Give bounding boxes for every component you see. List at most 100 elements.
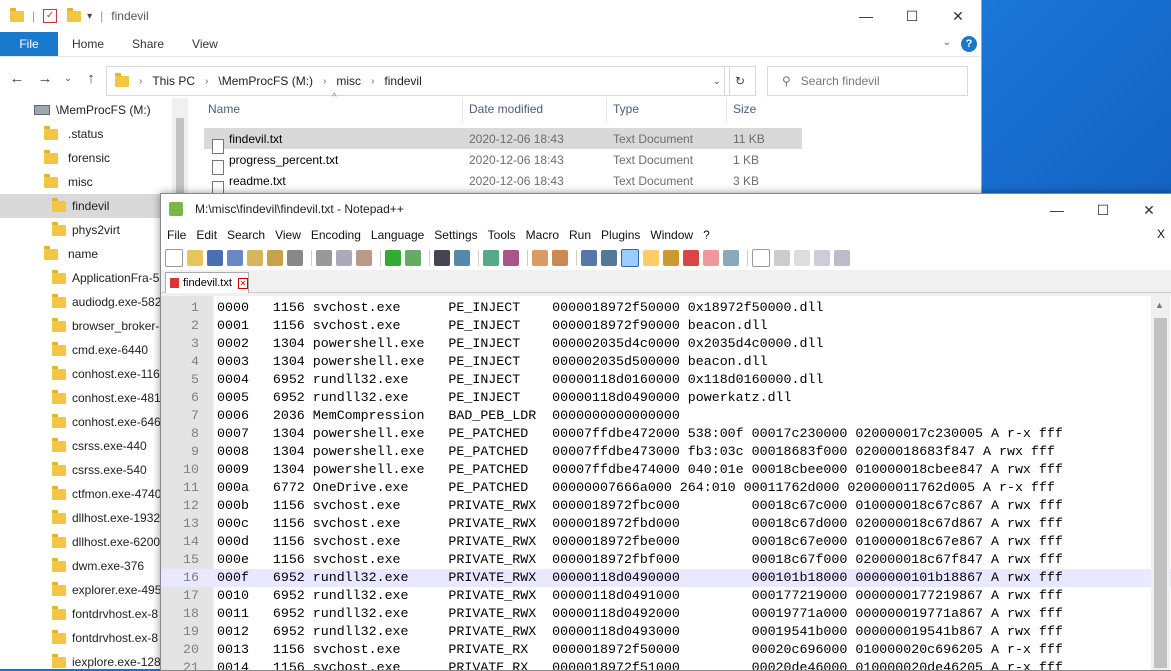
up-arrow-icon[interactable]: ↑ [80, 70, 102, 87]
close-tab-icon[interactable]: ✕ [237, 277, 248, 289]
undo-icon[interactable] [385, 250, 401, 266]
menu-encoding[interactable]: Encoding [311, 228, 361, 242]
copy-icon[interactable] [336, 250, 352, 266]
paste-icon[interactable] [356, 250, 372, 266]
editor-line[interactable]: 13 000c 1156 svchost.exe PRIVATE_RWX 0000… [161, 515, 1171, 533]
refresh-button[interactable]: ↻ [724, 66, 756, 96]
print-icon[interactable] [287, 250, 303, 266]
menu-search[interactable]: Search [227, 228, 265, 242]
save-all-icon[interactable] [227, 250, 243, 266]
npp-maximize-button[interactable]: ☐ [1080, 194, 1126, 226]
editor-line[interactable]: 20 0013 1156 svchost.exe PRIVATE_RX 00000… [161, 641, 1171, 659]
menu-help[interactable]: ? [703, 228, 710, 242]
menu-view[interactable]: View [275, 228, 301, 242]
editor-line[interactable]: 9 0008 1304 powershell.exe PE_PATCHED 000… [161, 443, 1171, 461]
editor-line[interactable]: 14 000d 1156 svchost.exe PRIVATE_RWX 0000… [161, 533, 1171, 551]
recent-locations-icon[interactable]: ⌄ [62, 73, 74, 84]
editor-line[interactable]: 12 000b 1156 svchost.exe PRIVATE_RWX 0000… [161, 497, 1171, 515]
tree-item[interactable]: forensic [0, 146, 188, 170]
document-tab[interactable]: findevil.txt ✕ [165, 272, 249, 293]
close-all-icon[interactable] [267, 250, 283, 266]
save-macro-icon[interactable] [834, 250, 850, 266]
editor-line[interactable]: 3 0002 1304 powershell.exe PE_INJECT 0000… [161, 335, 1171, 353]
editor-line[interactable]: 1 0000 1156 svchost.exe PE_INJECT 0000018… [161, 299, 1171, 317]
quick-access-dropdown-icon[interactable]: ▾ [87, 11, 92, 22]
forward-arrow-icon[interactable]: → [34, 70, 56, 87]
editor-line[interactable]: 19 0012 6952 rundll32.exe PRIVATE_RWX 000… [161, 623, 1171, 641]
menu-plugins[interactable]: Plugins [601, 228, 640, 242]
text-editor[interactable]: 1 0000 1156 svchost.exe PE_INJECT 0000018… [161, 296, 1171, 670]
column-date-modified[interactable]: Date modified [469, 102, 543, 116]
address-dropdown-icon[interactable]: ⌄ [713, 76, 721, 87]
editor-line[interactable]: 4 0003 1304 powershell.exe PE_INJECT 0000… [161, 353, 1171, 371]
address-bar[interactable]: › This PC › \MemProcFS (M:) › misc › fin… [106, 66, 730, 96]
new-folder-icon[interactable] [67, 7, 82, 22]
editor-line[interactable]: 17 0010 6952 rundll32.exe PRIVATE_RWX 000… [161, 587, 1171, 605]
ribbon-tab-file[interactable]: File [0, 32, 58, 56]
folder-as-workspace-icon[interactable] [703, 250, 719, 266]
ribbon-tab-view[interactable]: View [192, 37, 218, 51]
menu-macro[interactable]: Macro [526, 228, 559, 242]
ribbon-tab-home[interactable]: Home [72, 37, 104, 51]
editor-line[interactable]: 7 0006 2036 MemCompression BAD_PEB_LDR 00… [161, 407, 1171, 425]
sync-vertical-icon[interactable] [532, 250, 548, 266]
help-icon[interactable]: ? [961, 36, 977, 52]
close-document-button[interactable]: X [1157, 227, 1165, 241]
editor-line[interactable]: 11 000a 6772 OneDrive.exe PE_PATCHED 0000… [161, 479, 1171, 497]
monitoring-icon[interactable] [723, 250, 739, 266]
zoom-in-icon[interactable] [483, 250, 499, 266]
ribbon-tab-share[interactable]: Share [132, 37, 164, 51]
editor-line[interactable]: 2 0001 1156 svchost.exe PE_INJECT 0000018… [161, 317, 1171, 335]
scrollbar-thumb[interactable] [1154, 318, 1167, 668]
breadcrumb-drive[interactable]: \MemProcFS (M:) [218, 74, 313, 88]
editor-line[interactable]: 8 0007 1304 powershell.exe PE_PATCHED 000… [161, 425, 1171, 443]
npp-close-button[interactable]: ✕ [1126, 194, 1171, 226]
file-row[interactable]: readme.txt 2020-12-06 18:43 Text Document 3… [204, 170, 802, 196]
menu-run[interactable]: Run [569, 228, 591, 242]
close-icon[interactable] [247, 250, 263, 266]
record-macro-icon[interactable] [752, 249, 770, 267]
properties-icon[interactable]: ✓ [43, 9, 58, 23]
ribbon-expand-icon[interactable]: ⌄ [943, 37, 951, 48]
menu-edit[interactable]: Edit [196, 228, 217, 242]
menu-language[interactable]: Language [371, 228, 424, 242]
menu-settings[interactable]: Settings [434, 228, 477, 242]
editor-vertical-scrollbar[interactable]: ▲ [1151, 296, 1170, 670]
new-file-icon[interactable] [165, 249, 183, 267]
close-button[interactable]: ✕ [935, 0, 981, 32]
back-arrow-icon[interactable]: ← [6, 70, 28, 87]
cut-icon[interactable] [316, 250, 332, 266]
menu-window[interactable]: Window [650, 228, 693, 242]
minimize-button[interactable]: — [843, 0, 889, 32]
editor-line[interactable]: 21 0014 1156 svchost.exe PRIVATE_RX 00000… [161, 659, 1171, 670]
editor-line[interactable]: 15 000e 1156 svchost.exe PRIVATE_RWX 0000… [161, 551, 1171, 569]
sync-horizontal-icon[interactable] [552, 250, 568, 266]
tree-item[interactable]: .status [0, 122, 188, 146]
column-type[interactable]: Type [613, 102, 639, 116]
breadcrumb-misc[interactable]: misc [336, 74, 361, 88]
run-macro-multiple-icon[interactable] [814, 250, 830, 266]
menu-tools[interactable]: Tools [488, 228, 516, 242]
save-icon[interactable] [207, 250, 223, 266]
stop-macro-icon[interactable] [774, 250, 790, 266]
column-name[interactable]: Name [208, 102, 240, 116]
search-input[interactable]: ⚲ Search findevil [767, 66, 968, 96]
maximize-button[interactable]: ☐ [889, 0, 935, 32]
replace-icon[interactable] [454, 250, 470, 266]
file-row[interactable]: progress_percent.txt 2020-12-06 18:43 Text… [204, 149, 802, 175]
editor-line[interactable]: 18 0011 6952 rundll32.exe PRIVATE_RWX 000… [161, 605, 1171, 623]
find-icon[interactable] [434, 250, 450, 266]
tree-item[interactable]: misc [0, 170, 188, 194]
editor-line[interactable]: 6 0005 6952 rundll32.exe PE_INJECT 000001… [161, 389, 1171, 407]
show-all-characters-icon[interactable] [601, 250, 617, 266]
scroll-up-icon[interactable]: ▲ [1155, 300, 1164, 310]
npp-minimize-button[interactable]: — [1034, 194, 1080, 226]
play-macro-icon[interactable] [794, 250, 810, 266]
open-file-icon[interactable] [187, 250, 203, 266]
column-size[interactable]: Size [733, 102, 756, 116]
editor-line[interactable]: 5 0004 6952 rundll32.exe PE_INJECT 000001… [161, 371, 1171, 389]
breadcrumb-this-pc[interactable]: This PC [152, 74, 195, 88]
tree-item[interactable]: \MemProcFS (M:) [0, 98, 188, 122]
redo-icon[interactable] [405, 250, 421, 266]
document-map-icon[interactable] [663, 250, 679, 266]
